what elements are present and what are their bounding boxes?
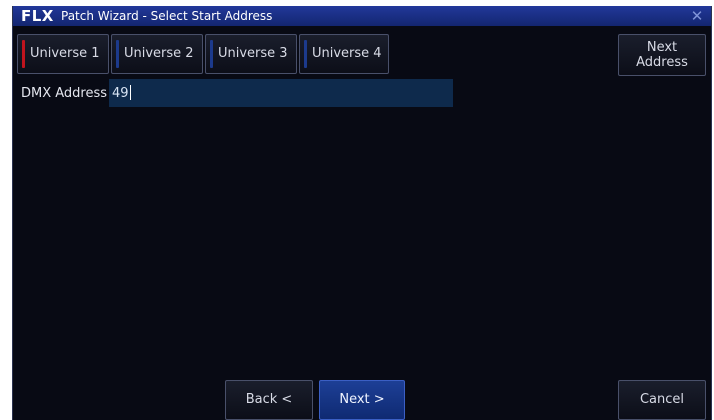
tab-universe-3[interactable]: Universe 3 bbox=[205, 34, 297, 74]
dmx-address-label: DMX Address bbox=[21, 86, 108, 101]
dmx-address-input[interactable]: 49 bbox=[109, 79, 453, 107]
next-address-label-line2: Address bbox=[636, 55, 688, 70]
next-button[interactable]: Next > bbox=[319, 380, 405, 420]
close-icon[interactable]: ✕ bbox=[689, 8, 705, 24]
universe-4-color-stripe bbox=[304, 40, 307, 68]
text-caret bbox=[129, 85, 131, 100]
title-bar: FLX Patch Wizard - Select Start Address … bbox=[13, 6, 711, 26]
dmx-address-value: 49 bbox=[112, 86, 129, 101]
universe-2-color-stripe bbox=[116, 40, 119, 68]
back-button[interactable]: Back < bbox=[225, 380, 313, 420]
tab-universe-2[interactable]: Universe 2 bbox=[111, 34, 203, 74]
patch-wizard-window: FLX Patch Wizard - Select Start Address … bbox=[12, 6, 712, 420]
universe-1-color-stripe bbox=[22, 40, 25, 68]
next-address-label-line1: Next bbox=[646, 40, 678, 55]
universe-3-color-stripe bbox=[210, 40, 213, 68]
tab-universe-4[interactable]: Universe 4 bbox=[299, 34, 389, 74]
flx-logo: FLX bbox=[21, 7, 54, 25]
tab-universe-1-label: Universe 1 bbox=[30, 46, 100, 61]
cancel-button[interactable]: Cancel bbox=[618, 380, 706, 420]
tab-universe-2-label: Universe 2 bbox=[124, 46, 194, 61]
tab-universe-1[interactable]: Universe 1 bbox=[17, 34, 109, 74]
next-address-button[interactable]: Next Address bbox=[618, 34, 706, 76]
tab-universe-4-label: Universe 4 bbox=[312, 46, 382, 61]
tab-universe-3-label: Universe 3 bbox=[218, 46, 288, 61]
window-title: Patch Wizard - Select Start Address bbox=[61, 9, 273, 23]
